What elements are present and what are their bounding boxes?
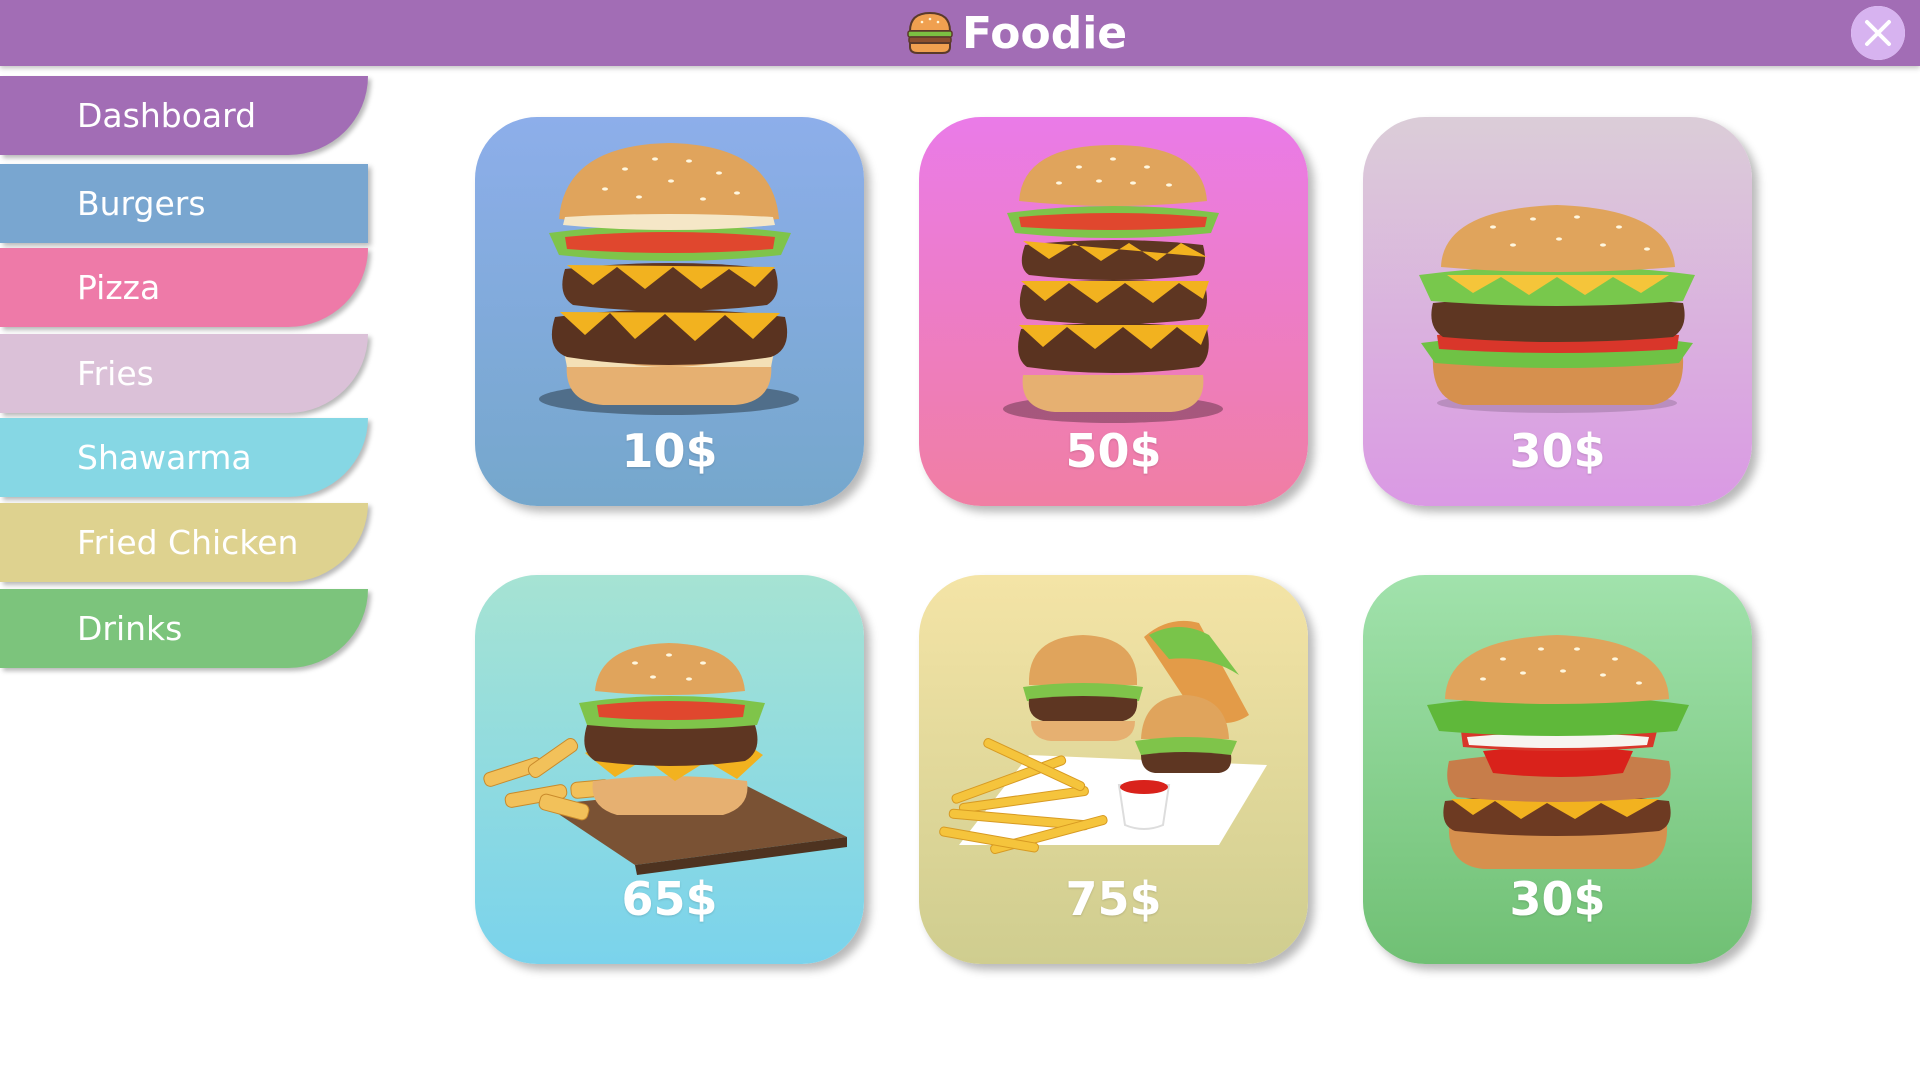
- product-card-5[interactable]: 75$: [919, 575, 1308, 964]
- product-card-6[interactable]: 30$: [1363, 575, 1752, 964]
- sidebar-item-fried-chicken[interactable]: Fried Chicken: [0, 503, 368, 582]
- sidebar-item-drinks[interactable]: Drinks: [0, 589, 368, 668]
- sidebar-item-label: Shawarma: [77, 438, 252, 477]
- sidebar-item-dashboard[interactable]: Dashboard: [0, 76, 368, 155]
- sidebar-item-label: Drinks: [77, 609, 183, 648]
- brand: Foodie: [904, 6, 1127, 60]
- sidebar-item-label: Fries: [77, 354, 154, 393]
- price-label: 75$: [1065, 872, 1162, 926]
- title-bar: Foodie: [0, 0, 1920, 66]
- sidebar-item-label: Pizza: [77, 268, 161, 307]
- app-title: Foodie: [962, 7, 1128, 59]
- sidebar-item-burgers[interactable]: Burgers: [0, 164, 368, 243]
- sidebar-item-label: Burgers: [77, 184, 206, 223]
- sidebar-item-label: Fried Chicken: [77, 523, 299, 562]
- close-icon: [1851, 6, 1905, 60]
- sidebar-item-shawarma[interactable]: Shawarma: [0, 418, 368, 497]
- sidebar-item-fries[interactable]: Fries: [0, 334, 368, 413]
- burger-icon: [907, 11, 953, 54]
- close-button[interactable]: [1851, 6, 1905, 60]
- product-card-2[interactable]: 50$: [919, 117, 1308, 506]
- price-label: 30$: [1509, 424, 1606, 478]
- price-label: 65$: [621, 872, 718, 926]
- product-card-1[interactable]: 10$: [475, 117, 864, 506]
- sidebar-item-pizza[interactable]: Pizza: [0, 248, 368, 327]
- product-card-4[interactable]: 65$: [475, 575, 864, 964]
- price-label: 50$: [1065, 424, 1162, 478]
- sidebar-item-label: Dashboard: [77, 96, 257, 135]
- product-card-3[interactable]: 30$: [1363, 117, 1752, 506]
- price-label: 30$: [1509, 872, 1606, 926]
- price-label: 10$: [621, 424, 718, 478]
